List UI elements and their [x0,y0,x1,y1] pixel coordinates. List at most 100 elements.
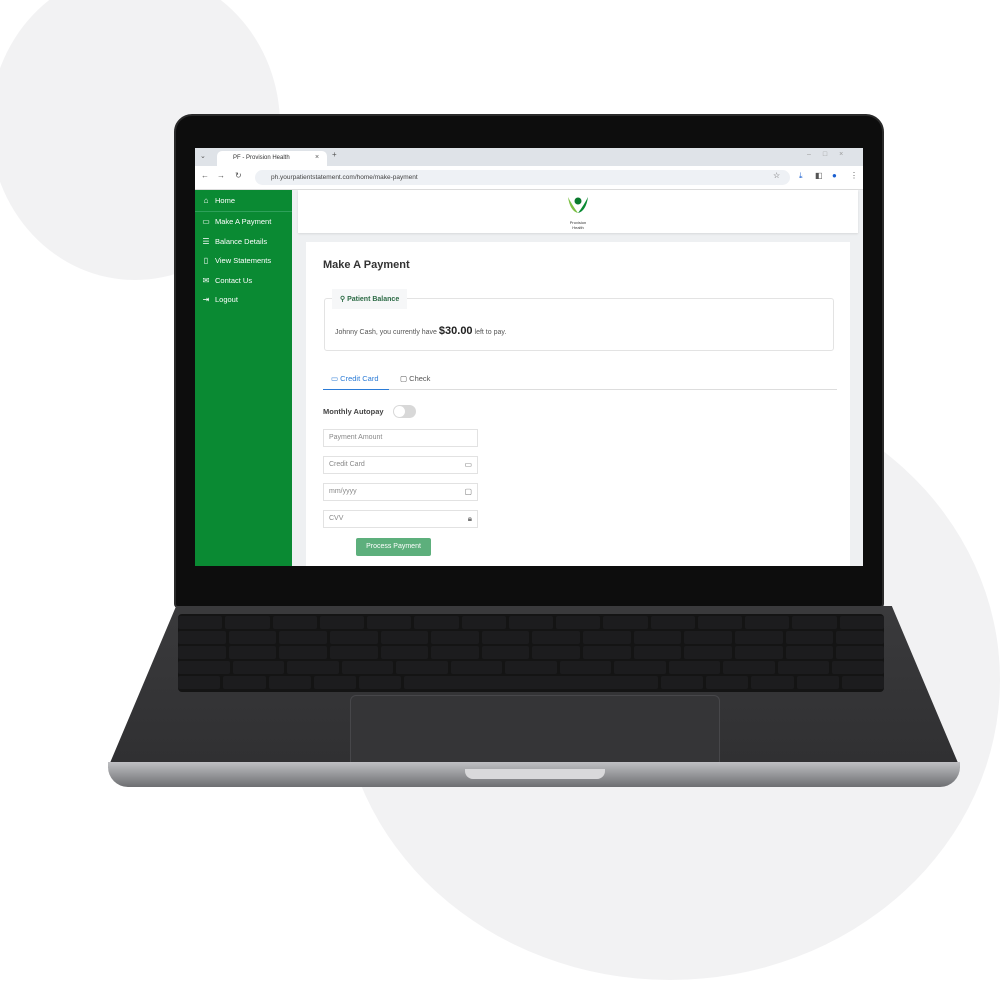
keyboard-key [751,676,794,689]
keyboard-key [785,631,834,644]
credit-card-input[interactable]: Credit Card ▭ [323,456,478,474]
laptop-notch [465,769,605,779]
home-icon: ⌂ [203,196,209,205]
keyboard-key [777,661,830,674]
document-icon: ▯ [203,256,209,266]
keyboard-key [836,631,884,644]
address-bar: ← → ↻ ph.yourpatientstatement.com/home/m… [195,166,863,190]
keyboard-key [745,616,790,629]
tab-bar: ⌄ PF - Provision Health × + –□× [195,148,863,166]
keyboard-key [792,616,837,629]
forward-icon[interactable]: → [217,171,225,180]
payment-amount-input[interactable]: Payment Amount [323,429,478,447]
keyboard-key [559,661,612,674]
keyboard-key [341,661,394,674]
sidebar-item-contact-us[interactable]: ✉ Contact Us [195,271,292,291]
close-tab-icon[interactable]: × [315,154,319,161]
calendar-icon: ▢ [464,487,472,496]
patient-balance-legend: ⚲ Patient Balance [332,289,408,309]
sidebar-item-logout[interactable]: ⇥ Logout [195,290,292,310]
balance-amount: $30.00 [438,325,473,337]
keyboard-key [706,676,749,689]
profile-icon[interactable]: ● [832,171,837,180]
keyboard-key [225,616,270,629]
keyboard-key [684,631,733,644]
cvv-input[interactable]: CVV 🔒︎ [323,510,478,528]
keyboard-key [668,661,721,674]
keyboard-key [481,646,530,659]
reload-icon[interactable]: ↻ [235,171,242,180]
credit-card-icon: ▭ [464,460,472,469]
tab-check[interactable]: ▢ Check [400,374,430,383]
keyboard-key [396,661,448,674]
url-input[interactable]: ph.yourpatientstatement.com/home/make-pa… [255,170,790,185]
keyboard-key [279,646,327,659]
bookmark-star-icon[interactable]: ☆ [773,171,780,180]
keyboard-key [359,676,402,689]
keyboard-key [723,661,775,674]
keyboard-key [232,661,285,674]
keyboard-key [583,646,631,659]
keyboard-key [404,676,658,689]
tab-list-icon[interactable]: ⌄ [200,152,206,160]
keyboard-key [431,631,479,644]
keyboard-key [380,631,429,644]
keyboard-key [329,631,378,644]
keyboard-key [508,616,554,629]
keyboard-key [697,616,743,629]
back-icon[interactable]: ← [201,171,209,180]
sidebar-item-balance-details[interactable]: ☰ Balance Details [195,232,292,252]
keyboard-key [735,646,783,659]
keyboard-key [603,616,648,629]
keyboard-key [178,646,226,659]
keyboard-key [178,661,230,674]
keyboard-key [178,631,226,644]
sidebar-item-home[interactable]: ⌂ Home [195,190,292,212]
sidebar-item-view-statements[interactable]: ▯ View Statements [195,251,292,271]
keyboard-key [313,676,356,689]
keyboard-key [414,616,459,629]
keyboard-key [660,676,703,689]
list-icon: ☰ [202,236,210,246]
sidepanel-icon[interactable]: ◧ [815,171,823,180]
keyboard-key [272,616,317,629]
download-icon[interactable]: ⤓ [799,171,803,181]
keyboard-key [178,616,223,629]
keyboard-key [785,646,834,659]
keyboard-key [532,631,581,644]
wallet-icon: ▢ [400,374,410,383]
keyboard [178,614,884,692]
window-controls[interactable]: –□× [807,151,855,158]
keyboard-key [633,631,682,644]
keyboard-key [287,661,339,674]
keyboard-key [380,646,429,659]
keyboard-key [268,676,311,689]
keyboard-key [832,661,884,674]
keyboard-key [796,676,839,689]
keyboard-key [223,676,266,689]
page-title: Make A Payment [323,259,410,271]
menu-icon[interactable]: ⋮ [850,171,858,180]
keyboard-key [836,646,884,659]
sidebar: ⌂ Home ▭ Make A Payment ☰ Balance Details ▯… [195,190,292,566]
keyboard-key [329,646,378,659]
payment-method-tabs: ▭ Credit Card ▢ Check [323,368,837,390]
keyboard-key [633,646,682,659]
patient-balance-box: ⚲ Patient Balance Johnny Cash, you curre… [324,289,834,351]
keyboard-key [614,661,666,674]
expiry-input[interactable]: mm/yyyy ▢ [323,483,478,501]
keyboard-key [279,631,327,644]
keyboard-key [583,631,631,644]
keyboard-key [684,646,733,659]
sidebar-item-make-payment[interactable]: ▭ Make A Payment [195,212,292,232]
autopay-label: Monthly Autopay [323,407,384,416]
autopay-toggle[interactable] [393,405,416,418]
browser-tab[interactable]: PF - Provision Health × [217,151,327,166]
tab-credit-card[interactable]: ▭ Credit Card [323,374,389,390]
keyboard-key [461,616,506,629]
keyboard-key [481,631,530,644]
process-payment-button[interactable]: Process Payment [356,538,431,556]
keyboard-key [532,646,581,659]
new-tab-icon[interactable]: + [332,150,337,159]
keyboard-key [319,616,365,629]
